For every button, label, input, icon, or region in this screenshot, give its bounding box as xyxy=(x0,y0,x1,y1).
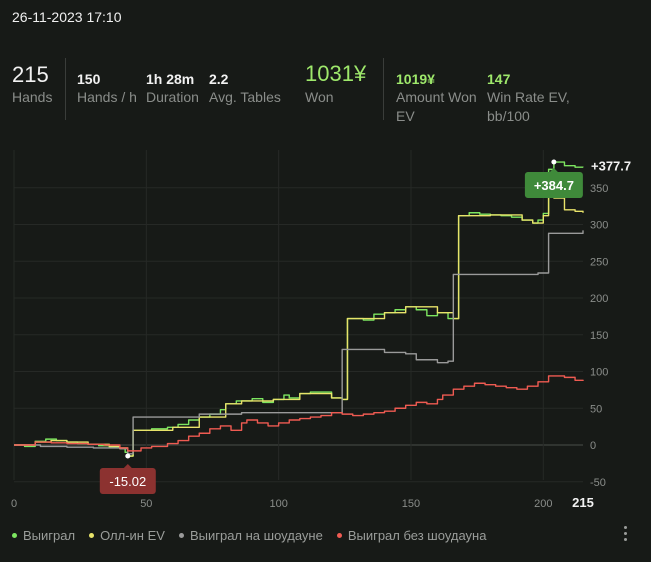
max-label: +384.7 xyxy=(534,178,574,193)
x-tick-label: 100 xyxy=(269,498,287,510)
min-point-marker xyxy=(125,453,131,459)
session-datetime: 26-11-2023 17:10 xyxy=(12,9,122,25)
y-tick-label: 0 xyxy=(590,440,596,452)
x-tick-label: 50 xyxy=(140,498,152,510)
y-tick-label: -50 xyxy=(590,477,606,489)
legend-label: Выиграл на шоудауне xyxy=(189,528,323,543)
stat-avg-tables-value: 2.2 xyxy=(209,71,229,87)
session-stats: 215 Hands 150 Hands / h 1h 28m Duration … xyxy=(0,58,651,128)
series-line-1 xyxy=(14,190,584,457)
stat-hands-per-hour-label: Hands / h xyxy=(77,89,137,105)
stat-duration-value: 1h 28m xyxy=(146,71,195,87)
profit-chart[interactable]: -500501001502002503003500 50 100 150 200 215 … xyxy=(0,140,651,520)
stat-won-label: Won xyxy=(305,89,334,105)
legend-dot-icon xyxy=(89,533,95,538)
min-label-pointer xyxy=(123,464,132,469)
legend-item-non-showdown[interactable]: Выиграл без шоудауна xyxy=(336,528,487,543)
divider xyxy=(65,58,66,120)
legend-dot-icon xyxy=(336,533,342,538)
stat-avg-tables: 2.2 Avg. Tables xyxy=(209,58,281,107)
y-tick-label: 350 xyxy=(590,183,608,195)
stat-amount-won-ev-value: 1019¥ xyxy=(396,71,435,87)
stat-win-rate-ev: 147 Win Rate EV, bb/100 xyxy=(487,58,570,126)
legend-item-won[interactable]: Выиграл xyxy=(12,528,75,543)
stat-hands-label: Hands xyxy=(12,89,53,105)
stat-hands: 215 Hands xyxy=(12,58,52,107)
x-tick-label: 150 xyxy=(402,498,420,510)
stat-win-rate-ev-value: 147 xyxy=(487,71,511,87)
chart-grid: -50 0 50 100 150 200 250 300 350 0 50 100 150 200 215 xyxy=(11,150,608,510)
stat-won-value: 1031¥ xyxy=(305,61,367,86)
legend-label: Выиграл xyxy=(23,528,76,543)
stat-won: 1031¥ Won xyxy=(305,58,366,107)
stat-hands-value: 215 xyxy=(12,62,49,87)
y-tick-label: 150 xyxy=(590,330,608,342)
stat-amount-won-ev: 1019¥ Amount Won EV xyxy=(396,58,477,126)
legend-label: Выиграл без шоудауна xyxy=(347,528,487,543)
legend-dot-icon xyxy=(178,533,184,538)
stat-amount-won-ev-label-2: EV xyxy=(396,108,415,124)
stat-duration: 1h 28m Duration xyxy=(146,58,199,107)
stat-win-rate-ev-label-2: bb/100 xyxy=(487,108,530,124)
stat-amount-won-ev-label-1: Amount Won xyxy=(396,89,477,105)
stat-avg-tables-label: Avg. Tables xyxy=(209,89,281,105)
divider xyxy=(383,58,384,120)
legend-item-allin-ev[interactable]: Олл-ин EV xyxy=(89,528,165,543)
chart-markers: +384.7 -15.02 +377.7 xyxy=(99,158,631,495)
stat-hands-per-hour: 150 Hands / h xyxy=(77,58,137,107)
chart-series xyxy=(14,161,584,457)
y-tick-label: 50 xyxy=(590,403,602,415)
x-tick-label: 0 xyxy=(11,498,17,510)
end-value-label: +377.7 xyxy=(591,158,631,173)
y-tick-label: 200 xyxy=(590,293,608,305)
legend-dot-icon xyxy=(12,533,17,538)
x-tick-label: 200 xyxy=(534,498,552,510)
stat-hands-per-hour-value: 150 xyxy=(77,71,101,87)
stat-win-rate-ev-label-1: Win Rate EV, xyxy=(487,89,570,105)
series-line-3 xyxy=(14,375,584,452)
x-tick-label: 215 xyxy=(572,495,594,510)
y-tick-label: 300 xyxy=(590,220,608,232)
y-tick-label: 250 xyxy=(590,256,608,268)
legend-item-showdown[interactable]: Выиграл на шоудауне xyxy=(178,528,323,543)
min-label: -15.02 xyxy=(109,474,146,489)
legend-label: Олл-ин EV xyxy=(100,528,165,543)
series-line-0 xyxy=(14,161,584,457)
stat-duration-label: Duration xyxy=(146,89,199,105)
y-tick-label: 100 xyxy=(590,367,608,379)
max-point-marker xyxy=(551,159,557,165)
kebab-menu-icon[interactable] xyxy=(620,526,630,546)
chart-legend: Выиграл Олл-ин EV Выиграл на шоудауне Вы… xyxy=(12,528,500,543)
